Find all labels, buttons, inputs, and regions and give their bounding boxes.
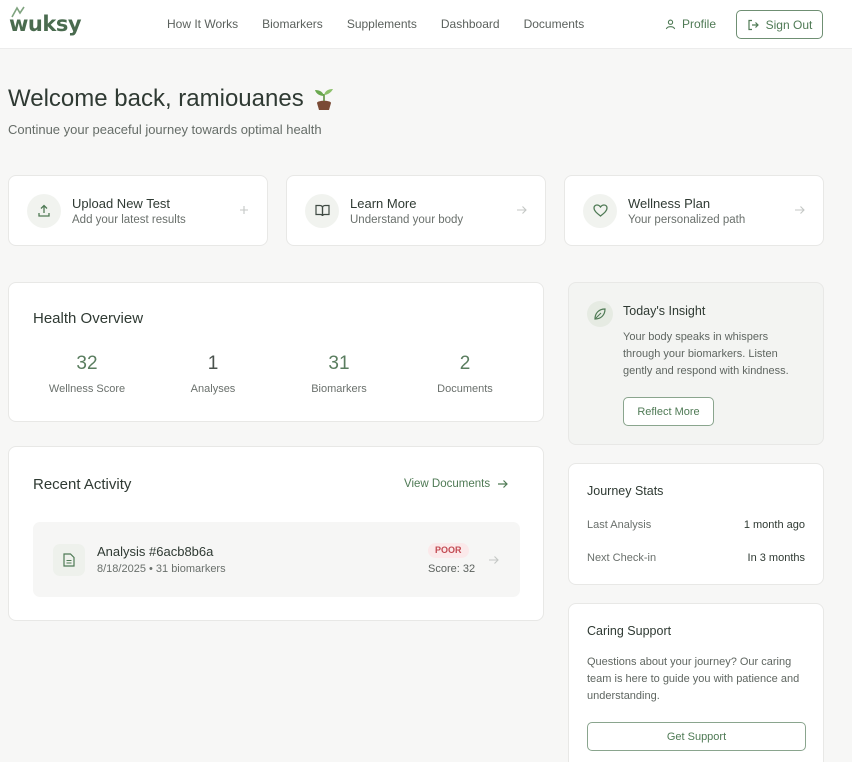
welcome-text: Welcome back, ramiouanes (8, 85, 304, 112)
profile-label: Profile (682, 17, 717, 31)
stat-label: Documents (437, 383, 493, 395)
view-documents-link[interactable]: View Documents (404, 478, 508, 490)
learn-more-title: Learn More (350, 195, 417, 211)
heart-icon (583, 193, 617, 228)
leaf-logo-icon (11, 6, 25, 18)
logout-icon (748, 19, 759, 30)
nav-dashboard[interactable]: Dashboard (441, 17, 500, 31)
upload-test-title: Upload New Test (72, 195, 171, 211)
learn-more-subtitle: Understand your body (350, 213, 464, 226)
caring-support-card: Caring Support Questions about your jour… (568, 603, 824, 762)
journey-stats-title: Journey Stats (587, 484, 664, 498)
plus-icon (240, 206, 248, 214)
health-overview-title: Health Overview (33, 310, 144, 327)
upload-test-card[interactable]: Upload New Test Add your latest results (8, 175, 268, 246)
stat-biomarkers: 31 Biomarkers (279, 353, 399, 395)
nav-documents[interactable]: Documents (524, 17, 585, 31)
last-analysis-value: 1 month ago (743, 519, 805, 531)
wellness-plan-text: Wellness Plan Your personalized path (628, 196, 745, 226)
stat-value: 1 (207, 353, 219, 374)
stat-value: 2 (459, 353, 471, 374)
insight-title: Today's Insight (623, 304, 706, 318)
document-icon (53, 544, 85, 576)
sign-out-label: Sign Out (765, 17, 813, 32)
activity-title: Analysis #6acb8b6a (97, 544, 214, 559)
upload-test-text: Upload New Test Add your latest results (72, 196, 186, 226)
nav-supplements[interactable]: Supplements (347, 17, 417, 31)
activity-item[interactable]: Analysis #6acb8b6a 8/18/2025 • 31 biomar… (33, 522, 520, 597)
seedling-icon (314, 89, 333, 110)
logo[interactable]: wuksy (9, 6, 82, 38)
next-checkin-value: In 3 months (747, 552, 805, 564)
health-overview-card: Health Overview 32 Wellness Score 1 Anal… (8, 282, 544, 422)
nav-biomarkers[interactable]: Biomarkers (262, 17, 323, 31)
upload-test-subtitle: Add your latest results (72, 213, 186, 226)
main-nav: How It Works Biomarkers Supplements Dash… (167, 17, 608, 31)
arrow-right-icon (795, 206, 805, 214)
upload-icon (27, 193, 61, 228)
arrow-right-icon (498, 480, 508, 488)
user-icon (665, 19, 676, 29)
insight-text: Your body speaks in whispers through you… (623, 331, 789, 377)
arrow-right-icon (517, 206, 527, 214)
journey-stats-card: Journey Stats Last Analysis 1 month ago … (568, 463, 824, 585)
todays-insight-card: Today's Insight Your body speaks in whis… (568, 282, 824, 445)
stat-label: Biomarkers (311, 383, 367, 395)
sign-out-button[interactable]: Sign Out (736, 10, 823, 39)
learn-more-text: Learn More Understand your body (350, 196, 463, 226)
next-checkin-label: Next Check-in (587, 552, 657, 564)
caring-support-title: Caring Support (587, 624, 672, 638)
book-icon (305, 193, 339, 228)
last-analysis-label: Last Analysis (587, 519, 652, 531)
view-documents-label: View Documents (404, 478, 491, 490)
stat-value: 32 (76, 353, 98, 374)
wellness-plan-card[interactable]: Wellness Plan Your personalized path (564, 175, 824, 246)
recent-activity-card: Recent Activity View Documents Analysis … (8, 446, 544, 621)
stat-label: Analyses (190, 383, 236, 395)
nav-how-it-works[interactable]: How It Works (167, 17, 238, 31)
activity-meta: 8/18/2025 • 31 biomarkers (97, 563, 226, 575)
reflect-more-button[interactable]: Reflect More (623, 397, 714, 426)
stat-wellness-score: 32 Wellness Score (27, 353, 147, 395)
activity-score: Score: 32 (428, 563, 476, 575)
recent-activity-title: Recent Activity (33, 476, 132, 493)
wellness-plan-subtitle: Your personalized path (628, 213, 746, 226)
caring-support-text: Questions about your journey? Our caring… (587, 656, 800, 702)
stat-value: 31 (328, 353, 350, 374)
leaf-icon (587, 301, 613, 327)
get-support-button[interactable]: Get Support (587, 722, 806, 751)
profile-link[interactable]: Profile (665, 17, 716, 31)
top-header: wuksy How It Works Biomarkers Supplement… (0, 0, 852, 49)
status-badge: POOR (428, 543, 469, 558)
page-subtitle: Continue your peaceful journey towards o… (8, 122, 322, 137)
wellness-plan-title: Wellness Plan (628, 195, 711, 211)
arrow-right-icon (489, 556, 499, 564)
stat-documents: 2 Documents (405, 353, 525, 395)
learn-more-card[interactable]: Learn More Understand your body (286, 175, 546, 246)
stat-label: Wellness Score (48, 383, 126, 395)
page-title: Welcome back, ramiouanes (8, 85, 336, 113)
stat-analyses: 1 Analyses (153, 353, 273, 395)
